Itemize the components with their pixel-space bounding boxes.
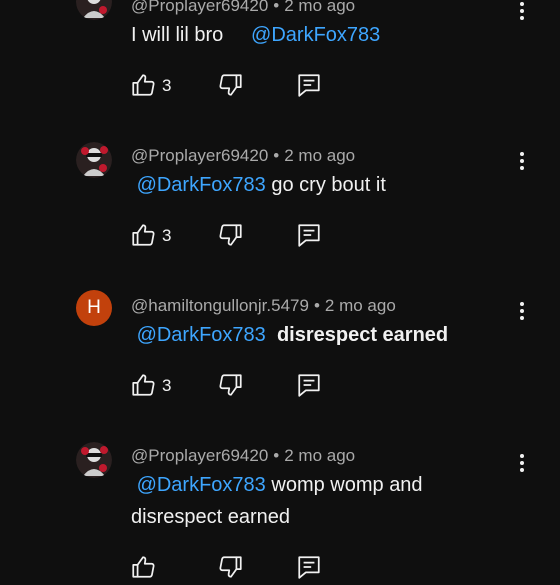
like-icon xyxy=(132,224,155,246)
like-count: 3 xyxy=(162,376,172,395)
reply-icon xyxy=(298,74,320,97)
avatar-proplayer[interactable] xyxy=(76,442,112,478)
dislike-button[interactable] xyxy=(218,72,244,103)
mention-link[interactable]: @DarkFox783 xyxy=(137,174,266,196)
comment-text: @DarkFox783 go cry bout it xyxy=(136,174,386,196)
avatar-letter: H xyxy=(87,297,101,318)
comment-author[interactable]: @hamiltongullonjr.5479 xyxy=(131,296,309,315)
comment-text: I will lil bro @DarkFox783 xyxy=(131,24,381,46)
avatar-proplayer[interactable] xyxy=(76,142,112,178)
avatar-proplayer[interactable] xyxy=(76,0,112,20)
like-button[interactable]: 3 xyxy=(130,372,171,403)
mention-link[interactable]: @DarkFox783 xyxy=(251,24,380,46)
comment-age: 2 mo ago xyxy=(284,446,356,465)
reply-icon xyxy=(298,556,320,579)
dislike-button[interactable] xyxy=(218,554,244,585)
reply-button[interactable] xyxy=(296,222,322,253)
comment-age: 2 mo ago xyxy=(324,296,396,315)
like-count: 3 xyxy=(162,76,172,95)
reply-icon xyxy=(298,374,320,397)
dislike-icon xyxy=(219,224,242,246)
reply-button[interactable] xyxy=(296,554,322,585)
comment-age: 2 mo ago xyxy=(284,146,356,165)
comment-author[interactable]: @Proplayer69420 xyxy=(131,0,268,15)
dislike-button[interactable] xyxy=(218,372,244,403)
dislike-button[interactable] xyxy=(218,222,244,253)
comment-meta: @Proplayer69420 • 2 mo ago xyxy=(131,0,355,16)
like-count: 3 xyxy=(162,226,172,245)
comment-meta: @Proplayer69420 • 2 mo ago xyxy=(131,446,356,465)
comment-meta: @hamiltongullonjr.5479 • 2 mo ago xyxy=(131,296,396,315)
mention-link[interactable]: @DarkFox783 xyxy=(137,324,266,346)
comment-text: @DarkFox783 womp womp and disrespect ear… xyxy=(131,474,423,528)
like-icon xyxy=(132,556,155,578)
comment-text: @DarkFox783 disrespect earned xyxy=(136,324,449,346)
avatar-hamiltongullonjr[interactable]: H xyxy=(76,290,112,326)
comment-author[interactable]: @Proplayer69420 xyxy=(131,146,268,165)
reply-icon xyxy=(298,224,320,247)
like-icon xyxy=(132,374,155,396)
mention-link[interactable]: @DarkFox783 xyxy=(137,474,266,496)
dislike-icon xyxy=(219,74,242,96)
comment-meta: @Proplayer69420 • 2 mo ago xyxy=(131,146,356,165)
comment-age: 2 mo ago xyxy=(284,0,356,15)
like-icon xyxy=(132,74,155,96)
dislike-icon xyxy=(219,556,242,578)
like-button[interactable]: 3 xyxy=(130,222,171,253)
like-button[interactable]: 3 xyxy=(130,72,171,103)
dislike-icon xyxy=(219,374,242,396)
reply-button[interactable] xyxy=(296,372,322,403)
like-button[interactable] xyxy=(130,554,156,585)
more-vert-icon[interactable] xyxy=(512,451,532,475)
reply-button[interactable] xyxy=(296,72,322,103)
comment-author[interactable]: @Proplayer69420 xyxy=(131,446,268,465)
